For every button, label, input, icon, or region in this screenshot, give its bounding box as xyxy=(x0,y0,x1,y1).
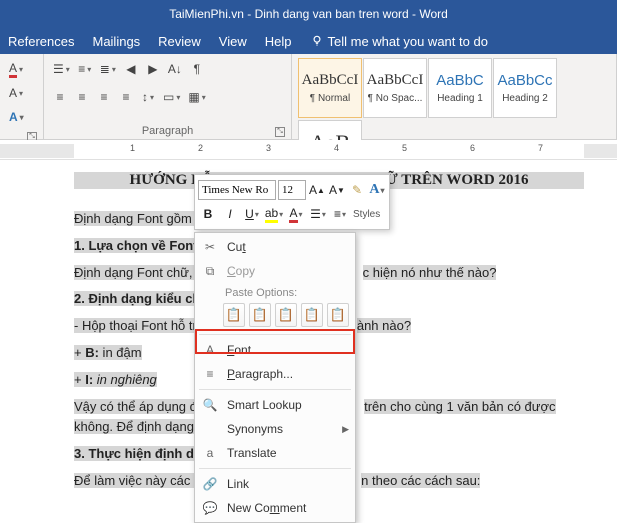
tab-help[interactable]: Help xyxy=(265,34,292,49)
link-icon: 🔗 xyxy=(201,477,219,491)
line-spacing-button[interactable]: ↕ xyxy=(138,86,158,108)
increase-indent-button[interactable]: ▶ xyxy=(143,58,163,80)
tell-me[interactable]: Tell me what you want to do xyxy=(310,34,488,49)
ribbon: A A A ⤡ ☰ ≡ ≣ ◀ ▶ A↓ ¶ ≡ ≡ ≡ ≡ ↕ ▭ ▦ Par… xyxy=(0,54,617,140)
bullets-button[interactable]: ☰ xyxy=(50,58,73,80)
style-heading-1[interactable]: AaBbCHeading 1 xyxy=(428,58,492,118)
tab-mailings[interactable]: Mailings xyxy=(92,34,140,49)
paragraph-icon: ≡ xyxy=(201,367,219,381)
tab-view[interactable]: View xyxy=(219,34,247,49)
sort-button[interactable]: A↓ xyxy=(165,58,185,80)
numbering-button[interactable]: ≡ xyxy=(75,58,95,80)
font-size-input[interactable] xyxy=(278,180,306,200)
menu-cut[interactable]: ✂Cut xyxy=(195,235,355,259)
tab-review[interactable]: Review xyxy=(158,34,201,49)
search-icon: 🔍 xyxy=(201,398,219,412)
numbering-button[interactable]: ≡ xyxy=(330,204,350,224)
font-color-button[interactable]: A xyxy=(286,204,306,224)
borders-button[interactable]: ▦ xyxy=(185,86,208,108)
grow-font-button[interactable]: A▲ xyxy=(308,180,326,200)
paste-options-row: 📋 📋 📋 📋 📋 xyxy=(195,301,355,331)
separator xyxy=(199,334,351,335)
menu-font[interactable]: AFont... xyxy=(195,338,355,362)
title-bar: TaiMienPhi.vn - Dinh dang van ban tren w… xyxy=(0,0,617,28)
clear-formatting-button[interactable]: A xyxy=(6,82,26,104)
menu-synonyms[interactable]: Synonyms▶ xyxy=(195,417,355,441)
ribbon-group-styles: AaBbCcI¶ Normal AaBbCcI¶ No Spac... AaBb… xyxy=(292,54,617,139)
style-heading-2[interactable]: AaBbCcHeading 2 xyxy=(493,58,557,118)
menu-link[interactable]: 🔗Link xyxy=(195,472,355,496)
mini-styles-label: Styles xyxy=(352,204,381,224)
menu-bar: References Mailings Review View Help Tel… xyxy=(0,28,617,54)
align-right-button[interactable]: ≡ xyxy=(94,86,114,108)
menu-paragraph[interactable]: ≡Paragraph... xyxy=(195,362,355,386)
context-menu: ✂Cut ⧉Copy Paste Options: 📋 📋 📋 📋 📋 AFon… xyxy=(194,232,356,523)
separator xyxy=(199,389,351,390)
scissors-icon: ✂ xyxy=(201,240,219,254)
show-marks-button[interactable]: ¶ xyxy=(187,58,207,80)
menu-smart-lookup[interactable]: 🔍Smart Lookup xyxy=(195,393,355,417)
font-a-icon: A xyxy=(201,343,219,357)
paste-picture-button[interactable]: 📋 xyxy=(275,303,297,327)
ribbon-group-paragraph: ☰ ≡ ≣ ◀ ▶ A↓ ¶ ≡ ≡ ≡ ≡ ↕ ▭ ▦ Paragraph ⤡ xyxy=(44,54,292,139)
shading-button[interactable]: ▭ xyxy=(160,86,183,108)
decrease-indent-button[interactable]: ◀ xyxy=(121,58,141,80)
bullets-button[interactable]: ☰ xyxy=(308,204,328,224)
underline-button[interactable]: U xyxy=(242,204,262,224)
style-normal[interactable]: AaBbCcI¶ Normal xyxy=(298,58,362,118)
text: Định dạng Font gồm c xyxy=(74,211,202,226)
paste-merge-button[interactable]: 📋 xyxy=(249,303,271,327)
italic-button[interactable]: I xyxy=(220,204,240,224)
menu-new-comment[interactable]: 💬New Comment xyxy=(195,496,355,520)
mini-toolbar: A▲ A▼ ✎ A B I U ab A ☰ ≡ Styles xyxy=(194,174,390,230)
paste-default-button[interactable]: 📋 xyxy=(327,303,349,327)
highlight-button[interactable]: ab xyxy=(264,204,284,224)
align-center-button[interactable]: ≡ xyxy=(72,86,92,108)
menu-copy[interactable]: ⧉Copy xyxy=(195,259,355,283)
dialog-launcher-icon[interactable]: ⤡ xyxy=(275,127,285,137)
format-painter-button[interactable]: ✎ xyxy=(348,180,366,200)
ribbon-group-font-partial: A A A ⤡ xyxy=(0,54,44,139)
multilevel-button[interactable]: ≣ xyxy=(97,58,119,80)
submenu-arrow-icon: ▶ xyxy=(342,424,349,435)
lightbulb-icon xyxy=(310,34,324,48)
styles-button[interactable]: A xyxy=(368,180,386,200)
paragraph-group-label: Paragraph xyxy=(142,125,193,137)
paste-text-only-button[interactable]: 📋 xyxy=(301,303,323,327)
separator xyxy=(199,468,351,469)
align-left-button[interactable]: ≡ xyxy=(50,86,70,108)
paste-keep-source-button[interactable]: 📋 xyxy=(223,303,245,327)
shrink-font-button[interactable]: A▼ xyxy=(328,180,346,200)
menu-translate[interactable]: aTranslate xyxy=(195,441,355,465)
text-effects-button[interactable]: A xyxy=(6,106,27,128)
font-name-input[interactable] xyxy=(198,180,276,200)
translate-icon: a xyxy=(201,446,219,460)
tab-references[interactable]: References xyxy=(8,34,74,49)
paste-options-header: Paste Options: xyxy=(195,283,355,301)
bold-button[interactable]: B xyxy=(198,204,218,224)
font-color-button[interactable]: A xyxy=(6,58,26,80)
style-no-spacing[interactable]: AaBbCcI¶ No Spac... xyxy=(363,58,427,118)
ruler[interactable]: 1 2 3 4 5 6 7 xyxy=(0,140,617,160)
justify-button[interactable]: ≡ xyxy=(116,86,136,108)
window-title: TaiMienPhi.vn - Dinh dang van ban tren w… xyxy=(169,7,448,21)
copy-icon: ⧉ xyxy=(201,264,219,279)
